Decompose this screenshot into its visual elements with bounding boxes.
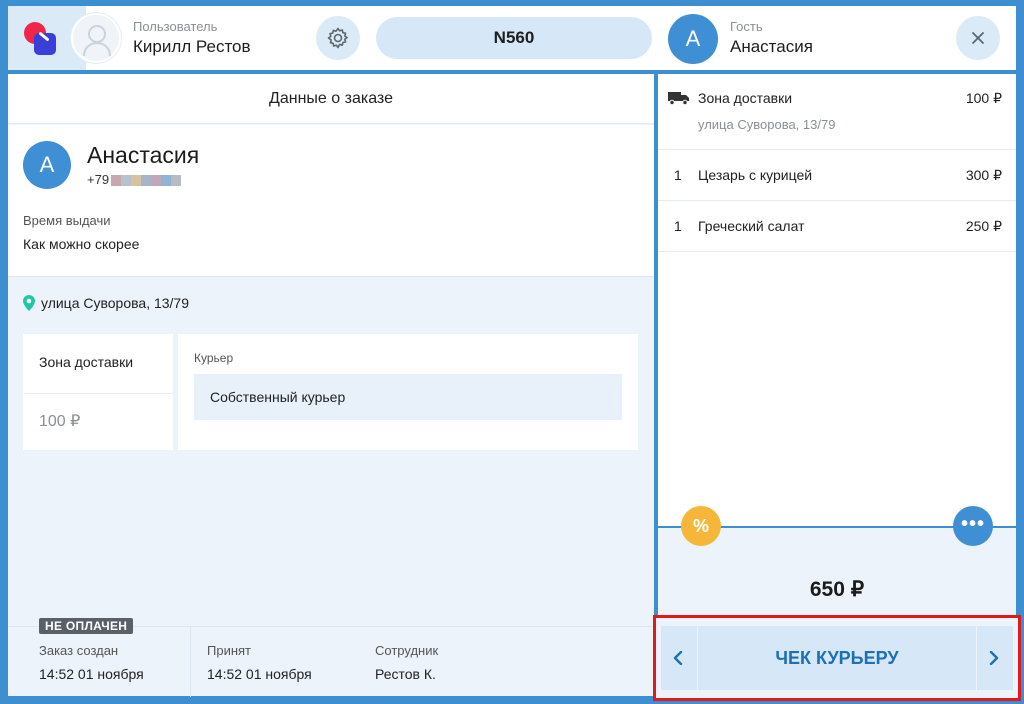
cart-delivery-row[interactable]: Зона доставки 100 ₽ улица Суворова, 13/7… [658, 74, 1016, 150]
order-number[interactable]: N560 [376, 17, 652, 59]
accepted-label: Принят [207, 643, 252, 658]
cart-item-qty: 1 [674, 218, 682, 234]
client-info: А Анастасия +79 Время выдачи Как можно с… [8, 125, 654, 277]
phone-mask [111, 175, 182, 187]
close-icon [972, 32, 984, 44]
guest-avatar[interactable]: А [668, 14, 718, 64]
cart-delivery-name: Зона доставки [698, 90, 793, 106]
discount-button[interactable]: % [681, 506, 721, 546]
cart-item[interactable]: 1 Цезарь с курицей 300 ₽ [658, 150, 1016, 201]
cart-item-qty: 1 [674, 167, 682, 183]
order-meta: НЕ ОПЛАЧЕН Заказ создан 14:52 01 ноября … [8, 618, 654, 697]
more-button[interactable]: ••• [953, 506, 993, 546]
courier-select[interactable]: Собственный курьер [194, 374, 622, 420]
order-details-panel: Данные о заказе А Анастасия +79 Время вы… [8, 74, 654, 697]
action-bar: ЧЕК КУРЬЕРУ [653, 615, 1021, 701]
location-pin-icon [23, 295, 35, 311]
cart-panel: Зона доставки 100 ₽ улица Суворова, 13/7… [658, 74, 1016, 526]
prev-action-button[interactable] [661, 626, 697, 690]
employee-info: Сотрудник Рестов К. [375, 643, 438, 682]
check-courier-button[interactable]: ЧЕК КУРЬЕРУ [698, 626, 976, 690]
chevron-left-icon [673, 651, 683, 665]
user-avatar-icon[interactable] [71, 13, 121, 63]
delivery-address: улица Суворова, 13/79 [23, 295, 189, 311]
percent-icon: % [692, 516, 709, 536]
created-info: Заказ создан 14:52 01 ноября [39, 643, 144, 682]
courier-card: Курьер Собственный курьер [178, 334, 638, 450]
created-value: 14:52 01 ноября [39, 666, 144, 682]
created-label: Заказ создан [39, 643, 119, 658]
gear-icon [327, 27, 348, 49]
pickup-time-value: Как можно скорее [23, 236, 140, 252]
guest-name: Анастасия [730, 37, 813, 56]
close-button[interactable] [956, 16, 1000, 60]
settings-button[interactable] [316, 16, 360, 60]
cart-item-price: 250 ₽ [965, 218, 1002, 234]
more-icon: ••• [960, 513, 985, 535]
delivery-address-text: улица Суворова, 13/79 [41, 295, 190, 311]
client-name: Анастасия [87, 142, 200, 168]
delivery-zone-title: Зона доставки [39, 354, 134, 370]
guest-role-label: Гость [730, 19, 763, 34]
client-phone-prefix: +79 [87, 172, 110, 187]
order-total: 650 ₽ [809, 578, 865, 601]
user-name: Кирилл Рестов [133, 37, 251, 56]
payment-status-badge: НЕ ОПЛАЧЕН [39, 618, 134, 634]
accepted-info: Принят 14:52 01 ноября [207, 643, 312, 682]
cart-delivery-address: улица Суворова, 13/79 [698, 117, 836, 132]
cart-delivery-price: 100 ₽ [965, 90, 1002, 106]
delivery-zone-card[interactable]: Зона доставки 100 ₽ [23, 334, 173, 450]
pickup-time-label: Время выдачи [23, 213, 111, 228]
client-phone: +79 [87, 172, 182, 187]
cart-item[interactable]: 1 Греческий салат 250 ₽ [658, 201, 1016, 252]
employee-value: Рестов К. [375, 666, 436, 682]
truck-icon [668, 92, 689, 105]
courier-label: Курьер [194, 351, 234, 365]
cart-item-name: Цезарь с курицей [698, 167, 813, 183]
cart-item-name: Греческий салат [698, 218, 805, 234]
user-role-label: Пользователь [133, 19, 218, 34]
delivery-zone-price: 100 ₽ [39, 413, 81, 430]
employee-label: Сотрудник [375, 643, 439, 658]
chevron-right-icon [989, 651, 999, 665]
top-bar: Пользователь Кирилл Рестов N560 А Гость … [8, 6, 1016, 70]
client-avatar: А [23, 141, 71, 189]
panel-title: Данные о заказе [8, 74, 654, 124]
next-action-button[interactable] [977, 626, 1013, 690]
cart-item-price: 300 ₽ [965, 167, 1002, 183]
accepted-value: 14:52 01 ноября [207, 666, 312, 682]
